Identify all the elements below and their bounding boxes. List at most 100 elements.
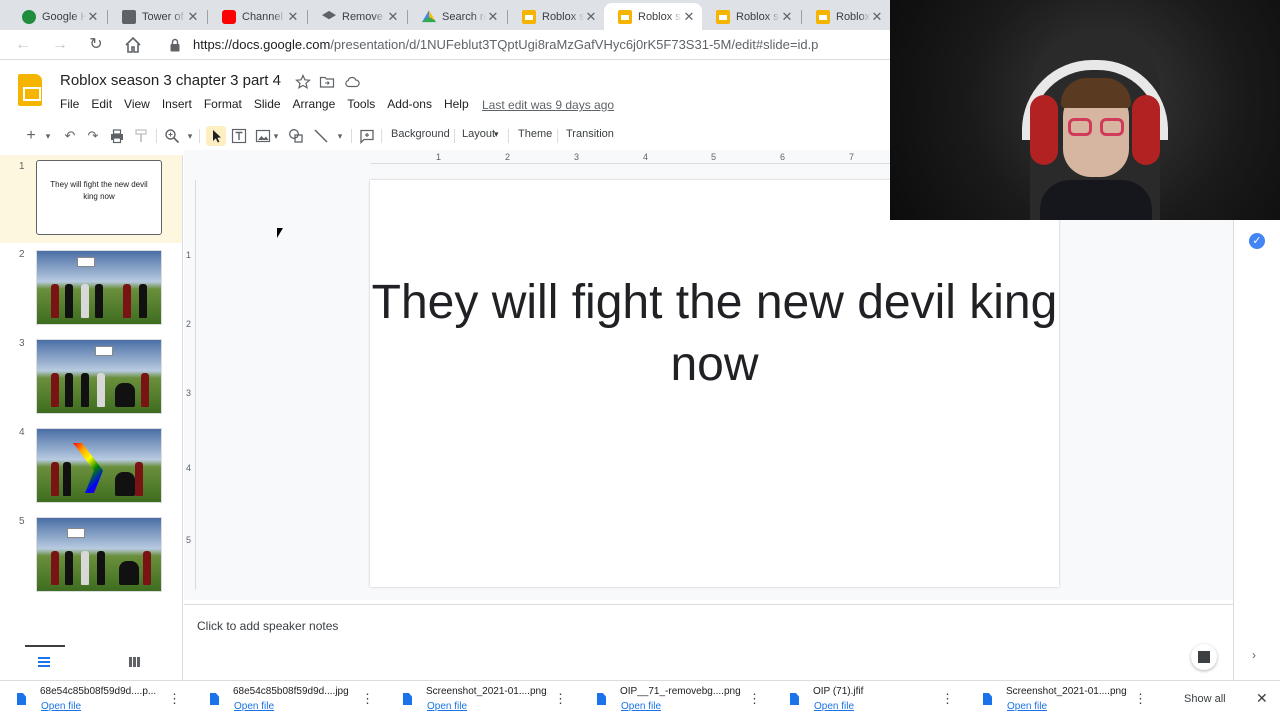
close-tab-icon[interactable]: ✕ <box>186 9 200 25</box>
explore-icon[interactable] <box>1191 644 1217 670</box>
close-tab-icon[interactable]: ✕ <box>870 9 884 25</box>
more-options-icon[interactable]: ⋮ <box>168 691 181 707</box>
open-file-link[interactable]: Open file <box>427 701 467 712</box>
shape-icon[interactable] <box>288 128 304 144</box>
paint-format-icon[interactable] <box>133 128 149 144</box>
chevron-down-icon[interactable]: ▾ <box>185 126 195 146</box>
new-slide-icon[interactable]: + <box>24 126 38 146</box>
more-options-icon[interactable]: ⋮ <box>1134 691 1147 707</box>
cloud-saved-icon[interactable] <box>344 74 360 90</box>
download-item[interactable]: OIP (71).jfif Open file ⋮ <box>773 681 963 720</box>
line-icon[interactable] <box>313 128 329 144</box>
close-tab-icon[interactable]: ✕ <box>780 9 794 25</box>
filmstrip-slide[interactable]: 5 <box>0 512 182 600</box>
download-item[interactable]: 68e54c85b08f59d9d....jpg Open file ⋮ <box>193 681 383 720</box>
add-comment-icon[interactable] <box>359 128 375 144</box>
back-icon[interactable]: ← <box>13 35 33 55</box>
star-icon[interactable] <box>295 74 311 90</box>
move-folder-icon[interactable] <box>319 74 335 90</box>
slide-canvas[interactable]: They will fight the new devil king now <box>370 180 1059 587</box>
url-field[interactable]: https://docs.google.com/presentation/d/1… <box>193 37 818 52</box>
browser-tab[interactable]: Remove B ✕ <box>308 3 406 30</box>
menu-add-ons[interactable]: Add-ons <box>387 97 432 111</box>
browser-tab[interactable]: Roblox se ✕ <box>508 3 604 30</box>
close-tab-icon[interactable]: ✕ <box>386 9 400 25</box>
theme-button[interactable]: Theme <box>518 128 552 140</box>
browser-tab-active[interactable]: Roblox se ✕ <box>604 3 702 30</box>
download-item[interactable]: Screenshot_2021-01....png Open file ⋮ <box>966 681 1156 720</box>
filmstrip-slide[interactable]: 2 <box>0 245 182 333</box>
layout-button[interactable]: Layout <box>462 128 495 140</box>
menu-format[interactable]: Format <box>204 97 242 111</box>
menu-insert[interactable]: Insert <box>162 97 192 111</box>
image-icon[interactable] <box>255 128 271 144</box>
slide-thumbnail[interactable] <box>36 517 162 592</box>
select-cursor-icon[interactable] <box>206 126 226 146</box>
filmstrip-slide[interactable]: 4 <box>0 423 182 511</box>
menu-help[interactable]: Help <box>444 97 469 111</box>
close-tab-icon[interactable]: ✕ <box>486 9 500 25</box>
chevron-right-icon[interactable]: › <box>1252 648 1256 662</box>
undo-icon[interactable]: ↶ <box>62 126 78 146</box>
slides-logo-icon[interactable] <box>18 74 42 106</box>
transition-button[interactable]: Transition <box>566 128 614 140</box>
more-options-icon[interactable]: ⋮ <box>941 691 954 707</box>
chevron-down-icon[interactable]: ▾ <box>43 126 53 146</box>
lock-icon[interactable] <box>170 38 180 52</box>
browser-tab[interactable]: Search re ✕ <box>408 3 506 30</box>
menu-tools[interactable]: Tools <box>347 97 375 111</box>
menu-arrange[interactable]: Arrange <box>293 97 336 111</box>
slide-thumbnail[interactable] <box>36 339 162 414</box>
more-options-icon[interactable]: ⋮ <box>361 691 374 707</box>
text-box-icon[interactable] <box>231 128 247 144</box>
browser-tab[interactable]: Roblox se ✕ <box>802 3 890 30</box>
grid-view-icon[interactable] <box>129 657 141 667</box>
download-item[interactable]: Screenshot_2021-01....png Open file ⋮ <box>386 681 576 720</box>
browser-tab[interactable]: Google Ha ✕ <box>8 3 106 30</box>
close-tab-icon[interactable]: ✕ <box>286 9 300 25</box>
filmstrip-view-icon[interactable] <box>38 657 50 667</box>
open-file-link[interactable]: Open file <box>621 701 661 712</box>
download-item[interactable]: OIP__71_-removebg....png Open file ⋮ <box>580 681 770 720</box>
document-title[interactable]: Roblox season 3 chapter 3 part 4 <box>60 72 281 89</box>
menu-file[interactable]: File <box>60 97 79 111</box>
forward-icon[interactable]: → <box>50 35 70 55</box>
redo-icon[interactable]: ↷ <box>85 126 101 146</box>
menu-view[interactable]: View <box>124 97 150 111</box>
download-item[interactable]: 68e54c85b08f59d9d....p... Open file ⋮ <box>0 681 190 720</box>
menu-slide[interactable]: Slide <box>254 97 281 111</box>
background-button[interactable]: Background <box>391 128 450 140</box>
menu-edit[interactable]: Edit <box>91 97 112 111</box>
chevron-down-icon[interactable]: ▾ <box>494 129 499 140</box>
slide-thumbnail[interactable] <box>36 428 162 503</box>
browser-tab[interactable]: Channel c ✕ <box>208 3 306 30</box>
slide-thumbnail[interactable]: They will fight the new devil king now <box>36 160 162 235</box>
show-all-button[interactable]: Show all <box>1184 693 1226 705</box>
home-icon[interactable] <box>123 35 143 55</box>
notes-divider[interactable] <box>184 604 1233 605</box>
open-file-link[interactable]: Open file <box>1007 701 1047 712</box>
zoom-icon[interactable] <box>164 128 180 144</box>
slide-title-text[interactable]: They will fight the new devil king now <box>370 272 1059 396</box>
chevron-down-icon[interactable]: ▾ <box>335 126 345 146</box>
close-tab-icon[interactable]: ✕ <box>584 9 598 25</box>
chevron-down-icon[interactable]: ▾ <box>271 126 281 146</box>
close-tab-icon[interactable]: ✕ <box>682 9 696 25</box>
tasks-check-icon[interactable]: ✓ <box>1249 233 1265 249</box>
browser-tab[interactable]: Roblox se ✕ <box>702 3 800 30</box>
last-edit-link[interactable]: Last edit was 9 days ago <box>482 98 614 112</box>
open-file-link[interactable]: Open file <box>41 701 81 712</box>
speaker-notes-field[interactable]: Click to add speaker notes <box>197 619 338 633</box>
slide-thumbnail[interactable] <box>36 250 162 325</box>
close-tab-icon[interactable]: ✕ <box>86 9 100 25</box>
open-file-link[interactable]: Open file <box>234 701 274 712</box>
open-file-link[interactable]: Open file <box>814 701 854 712</box>
browser-tab[interactable]: Tower of ✕ <box>108 3 206 30</box>
close-icon[interactable]: ✕ <box>1256 690 1268 707</box>
reload-icon[interactable]: ↻ <box>86 35 106 55</box>
filmstrip-slide[interactable]: 1 They will fight the new devil king now <box>0 155 182 243</box>
print-icon[interactable] <box>109 128 125 144</box>
filmstrip-slide[interactable]: 3 <box>0 334 182 422</box>
more-options-icon[interactable]: ⋮ <box>554 691 567 707</box>
more-options-icon[interactable]: ⋮ <box>748 691 761 707</box>
